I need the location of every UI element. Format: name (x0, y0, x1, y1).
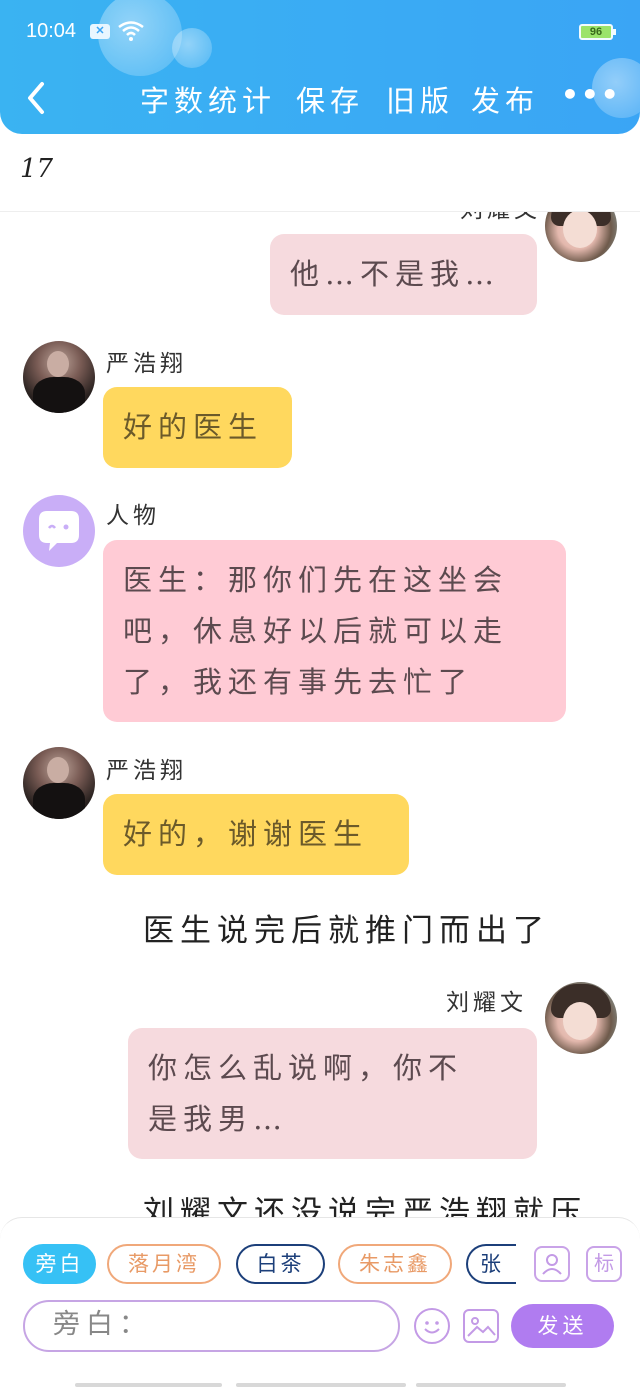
avatar[interactable] (23, 495, 95, 567)
wifi-icon (118, 21, 144, 41)
image-icon[interactable] (463, 1309, 499, 1343)
role-chip[interactable]: 落月湾 (107, 1244, 221, 1284)
sender-name: 严浩翔 (106, 351, 187, 377)
input-panel: 旁白 落月湾 白茶 朱志鑫 张 标 旁白： 发送 (0, 1217, 640, 1387)
message-input[interactable]: 旁白： (23, 1300, 400, 1352)
publish-button[interactable]: 发布 (471, 78, 539, 120)
status-time: 10:04 (26, 20, 77, 42)
role-chip[interactable]: 张 (466, 1244, 516, 1284)
role-chip[interactable]: 白茶 (236, 1244, 325, 1284)
old-version-button[interactable]: 旧版 (386, 78, 454, 120)
word-count-button[interactable]: 字数统计 (140, 78, 276, 120)
word-count-row: 17 (0, 134, 640, 212)
chat-area[interactable]: 刘耀文 他…不是我… 严浩翔 好的医生 人物 医生：那你们先在这坐会 吧，休息好… (0, 212, 640, 1217)
notification-icon: ✕ (90, 24, 110, 39)
back-button[interactable] (22, 80, 52, 116)
role-chip-narrator[interactable]: 旁白 (23, 1244, 96, 1284)
home-indicator (416, 1383, 566, 1387)
send-button[interactable]: 发送 (511, 1304, 614, 1348)
narration-text[interactable]: 医生说完后就推门而出了 (143, 905, 550, 950)
avatar[interactable] (23, 747, 95, 819)
narration-text[interactable]: 刘耀文还没说完严浩翔就压 (143, 1187, 587, 1217)
message-bubble[interactable]: 好的医生 (103, 387, 292, 468)
battery-icon: 96 (579, 24, 616, 40)
message-line: 医生：那你们先在这坐会 (123, 563, 509, 597)
profile-icon[interactable] (534, 1246, 570, 1282)
save-button[interactable]: 保存 (296, 78, 364, 120)
message-bubble[interactable]: 好的，谢谢医生 (103, 794, 409, 875)
sender-name: 人物 (106, 503, 160, 529)
emoji-icon[interactable] (414, 1308, 450, 1344)
chat-editor-screen: 10:04 ✕ 96 字数统计 保存 旧版 发布 ••• 17 刘耀文 他…不是… (0, 0, 640, 1387)
sender-name: 刘耀文 (446, 990, 527, 1016)
message-line: 吧，休息好以后就可以走 (123, 614, 509, 648)
battery-level: 96 (589, 26, 603, 38)
sender-name: 严浩翔 (106, 758, 187, 784)
role-chip[interactable]: 朱志鑫 (338, 1244, 452, 1284)
message-line: 是我男… (148, 1102, 289, 1136)
message-bubble[interactable]: 他…不是我… (270, 234, 537, 315)
message-line: 你怎么乱说啊，你不 (148, 1051, 464, 1085)
message-bubble[interactable]: 你怎么乱说啊，你不 是我男… (128, 1028, 537, 1159)
app-header: 10:04 ✕ 96 字数统计 保存 旧版 发布 ••• (0, 0, 640, 134)
speech-bubble-icon (39, 511, 79, 551)
tag-icon[interactable]: 标 (586, 1246, 622, 1282)
message-line: 了，我还有事先去忙了 (123, 665, 474, 699)
avatar[interactable] (545, 982, 617, 1054)
more-button[interactable]: ••• (561, 78, 621, 111)
home-indicator (75, 1383, 222, 1387)
decorative-bubble (172, 28, 212, 68)
home-indicator (236, 1383, 406, 1387)
sender-name: 刘耀文 (460, 212, 541, 224)
avatar[interactable] (545, 212, 617, 262)
avatar[interactable] (23, 341, 95, 413)
word-count-value: 17 (20, 154, 54, 184)
message-bubble[interactable]: 医生：那你们先在这坐会 吧，休息好以后就可以走 了，我还有事先去忙了 (103, 540, 566, 722)
